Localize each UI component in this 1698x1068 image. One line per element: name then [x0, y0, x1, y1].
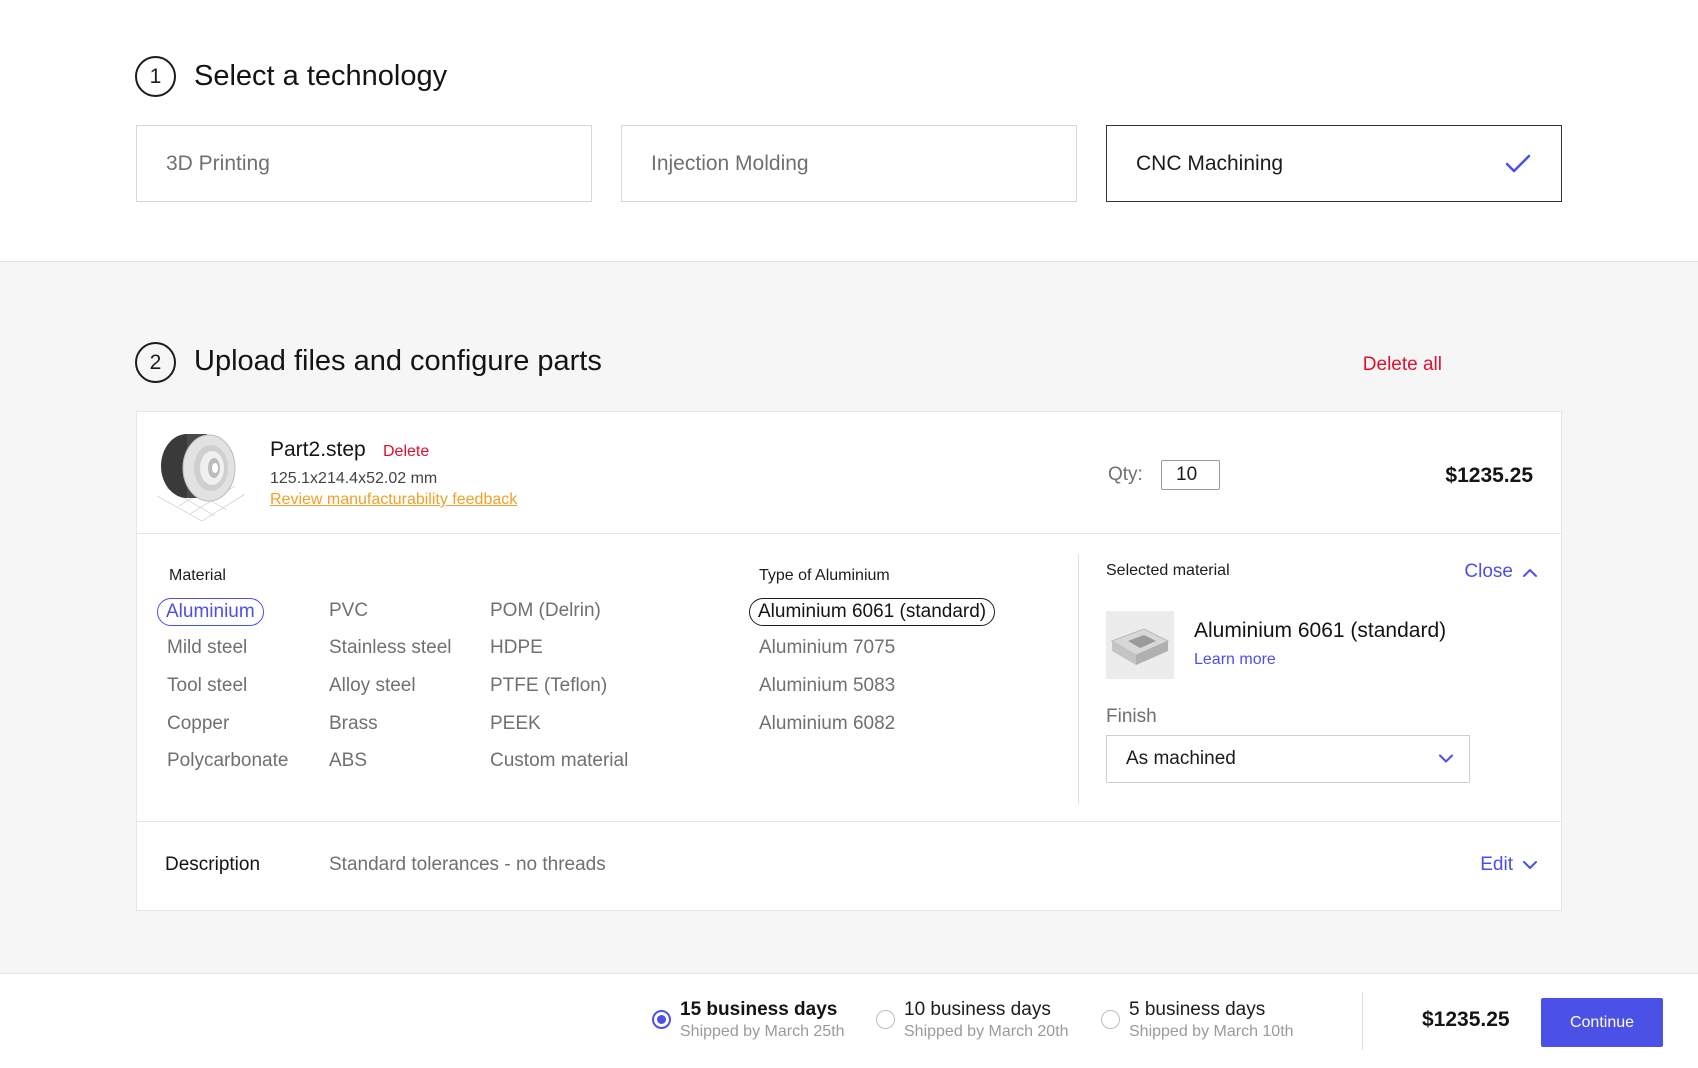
- close-label: Close: [1464, 561, 1513, 582]
- radio-unselected[interactable]: [876, 1010, 895, 1029]
- chevron-down-icon: [1523, 860, 1537, 869]
- delete-part-button[interactable]: Delete: [383, 443, 429, 461]
- description-text: Standard tolerances - no threads: [329, 854, 606, 875]
- description-label: Description: [165, 854, 261, 875]
- selected-material-name: Aluminium 6061 (standard): [1194, 619, 1447, 642]
- material-config: Material Aluminium Mild steel Tool steel…: [137, 534, 1561, 822]
- material-option-ptfe[interactable]: PTFE (Teflon): [490, 675, 607, 697]
- aluminium-type-5083[interactable]: Aluminium 5083: [759, 675, 895, 697]
- material-option-stainless-steel[interactable]: Stainless steel: [329, 637, 452, 659]
- tech-option-label: CNC Machining: [1136, 151, 1284, 175]
- learn-more-link[interactable]: Learn more: [1194, 651, 1276, 669]
- shipping-option-date: Shipped by March 25th: [680, 1023, 845, 1040]
- part-card: Part2.step Delete 125.1x214.4x52.02 mm R…: [136, 411, 1562, 911]
- tech-option-label: Injection Molding: [651, 151, 809, 175]
- quantity-label: Qty:: [1108, 464, 1143, 485]
- material-option-copper[interactable]: Copper: [167, 713, 229, 735]
- config-divider: [1078, 554, 1079, 804]
- shipping-option-title: 15 business days: [680, 999, 838, 1020]
- shipping-option-date: Shipped by March 10th: [1129, 1023, 1294, 1040]
- aluminium-type-6082[interactable]: Aluminium 6082: [759, 713, 895, 735]
- finish-label: Finish: [1106, 706, 1157, 727]
- continue-button[interactable]: Continue: [1541, 998, 1663, 1047]
- material-option-peek[interactable]: PEEK: [490, 713, 541, 735]
- material-option-pvc[interactable]: PVC: [329, 600, 368, 622]
- tech-option-injection-molding[interactable]: Injection Molding: [621, 125, 1077, 202]
- selected-material-heading: Selected material: [1106, 562, 1230, 579]
- manufacturability-feedback-link[interactable]: Review manufacturability feedback: [270, 491, 517, 509]
- material-option-custom[interactable]: Custom material: [490, 750, 628, 772]
- material-option-pom[interactable]: POM (Delrin): [490, 600, 601, 622]
- tech-option-3d-printing[interactable]: 3D Printing: [136, 125, 592, 202]
- material-thumbnail: [1106, 611, 1174, 679]
- edit-description-button[interactable]: Edit: [1480, 854, 1537, 876]
- material-option-alloy-steel[interactable]: Alloy steel: [329, 675, 416, 697]
- aluminium-type-heading: Type of Aluminium: [759, 567, 890, 584]
- quantity-input[interactable]: [1161, 460, 1220, 490]
- finish-select[interactable]: As machined: [1106, 735, 1470, 783]
- edit-label: Edit: [1480, 854, 1513, 875]
- step-number-1: 1: [135, 56, 176, 97]
- tech-option-label: 3D Printing: [166, 151, 270, 175]
- step-number-2: 2: [135, 342, 176, 383]
- material-option-mild-steel[interactable]: Mild steel: [167, 637, 247, 659]
- checkout-footer: 15 business days Shipped by March 25th 1…: [0, 973, 1698, 1068]
- material-heading: Material: [169, 567, 226, 584]
- tech-option-cnc-machining[interactable]: CNC Machining: [1106, 125, 1562, 202]
- shipping-option-title: 10 business days: [904, 999, 1051, 1020]
- shipping-option-date: Shipped by March 20th: [904, 1023, 1069, 1040]
- chevron-down-icon: [1439, 754, 1453, 763]
- part-dimensions: 125.1x214.4x52.02 mm: [270, 470, 438, 487]
- technology-section: 1 Select a technology 3D Printing Inject…: [0, 0, 1698, 262]
- part-file-name: Part2.step: [270, 438, 366, 461]
- part-header: Part2.step Delete 125.1x214.4x52.02 mm R…: [137, 412, 1561, 534]
- material-option-hdpe[interactable]: HDPE: [490, 637, 543, 659]
- aluminium-type-6061[interactable]: Aluminium 6061 (standard): [749, 598, 996, 626]
- material-option-aluminium[interactable]: Aluminium: [157, 598, 264, 626]
- order-total: $1235.25: [1422, 1008, 1510, 1031]
- material-option-polycarbonate[interactable]: Polycarbonate: [167, 750, 288, 772]
- material-option-brass[interactable]: Brass: [329, 713, 378, 735]
- step-title-configure: Upload files and configure parts: [194, 345, 602, 377]
- aluminium-type-7075[interactable]: Aluminium 7075: [759, 637, 895, 659]
- step-title-technology: Select a technology: [194, 60, 448, 92]
- material-option-tool-steel[interactable]: Tool steel: [167, 675, 247, 697]
- shipping-option-title: 5 business days: [1129, 999, 1266, 1020]
- finish-value: As machined: [1126, 748, 1236, 769]
- delete-all-button[interactable]: Delete all: [1363, 354, 1442, 376]
- chevron-up-icon: [1523, 568, 1537, 577]
- radio-selected[interactable]: [652, 1010, 671, 1029]
- material-option-abs[interactable]: ABS: [329, 750, 367, 772]
- close-material-panel-button[interactable]: Close: [1464, 561, 1537, 583]
- part-thumbnail: [157, 434, 246, 521]
- footer-divider: [1362, 992, 1363, 1050]
- part-price: $1235.25: [1445, 464, 1533, 487]
- check-icon: [1505, 154, 1531, 172]
- radio-unselected[interactable]: [1101, 1010, 1120, 1029]
